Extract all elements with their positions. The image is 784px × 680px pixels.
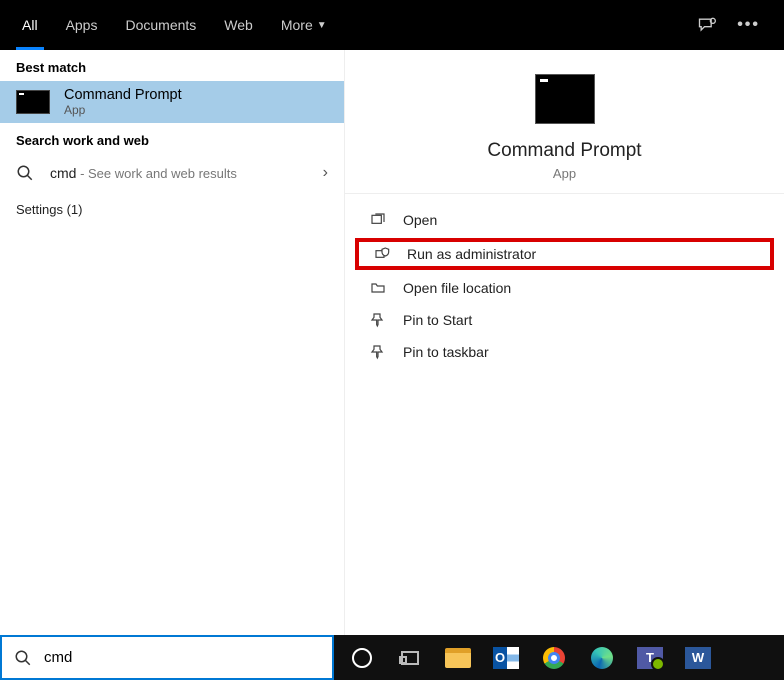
folder-icon bbox=[369, 280, 387, 296]
result-command-prompt[interactable]: Command Prompt App bbox=[0, 81, 344, 123]
tab-all[interactable]: All bbox=[8, 0, 52, 50]
cmd-app-icon bbox=[16, 90, 50, 114]
action-pin-to-taskbar[interactable]: Pin to taskbar bbox=[345, 336, 784, 368]
pin-taskbar-icon bbox=[369, 344, 387, 360]
result-title: Command Prompt bbox=[64, 87, 328, 103]
preview-title: Command Prompt bbox=[345, 140, 784, 162]
action-openloc-label: Open file location bbox=[403, 280, 511, 296]
chevron-down-icon: ▼ bbox=[317, 20, 327, 31]
search-filter-tabs: All Apps Documents Web More ▼ ••• bbox=[0, 0, 784, 50]
results-left-pane: Best match Command Prompt App Search wor… bbox=[0, 50, 344, 635]
tab-documents[interactable]: Documents bbox=[111, 0, 210, 50]
open-icon bbox=[369, 212, 387, 228]
admin-shield-icon bbox=[373, 246, 391, 262]
pin-start-icon bbox=[369, 312, 387, 328]
chrome-icon[interactable] bbox=[532, 635, 576, 680]
cortana-icon[interactable] bbox=[340, 635, 384, 680]
tab-web[interactable]: Web bbox=[210, 0, 267, 50]
word-icon[interactable]: W bbox=[676, 635, 720, 680]
best-match-label: Best match bbox=[0, 50, 344, 81]
action-runadmin-label: Run as administrator bbox=[407, 246, 536, 262]
action-pin-to-start[interactable]: Pin to Start bbox=[345, 304, 784, 336]
tab-apps[interactable]: Apps bbox=[52, 0, 112, 50]
preview-actions: Open Run as administrator Open file loca… bbox=[345, 194, 784, 378]
preview-pane: Command Prompt App Open Run as administr… bbox=[344, 50, 784, 635]
taskbar: T W bbox=[334, 635, 784, 680]
action-pintask-label: Pin to taskbar bbox=[403, 344, 489, 360]
action-run-as-admin[interactable]: Run as administrator bbox=[355, 238, 774, 270]
teams-icon[interactable]: T bbox=[628, 635, 672, 680]
tab-more-label: More bbox=[281, 17, 313, 33]
search-results: Best match Command Prompt App Search wor… bbox=[0, 50, 784, 635]
preview-app-icon bbox=[535, 74, 595, 124]
action-open[interactable]: Open bbox=[345, 204, 784, 236]
settings-group-label[interactable]: Settings (1) bbox=[0, 192, 344, 227]
action-open-file-location[interactable]: Open file location bbox=[345, 272, 784, 304]
web-query-text: cmd bbox=[50, 165, 76, 181]
result-subtitle: App bbox=[64, 103, 328, 117]
edge-icon[interactable] bbox=[580, 635, 624, 680]
feedback-icon[interactable] bbox=[697, 15, 717, 35]
action-open-label: Open bbox=[403, 212, 437, 228]
outlook-icon[interactable] bbox=[484, 635, 528, 680]
task-view-icon[interactable] bbox=[388, 635, 432, 680]
taskbar-search-box[interactable] bbox=[0, 635, 334, 680]
web-result-cmd[interactable]: cmd - See work and web results › bbox=[0, 154, 344, 192]
chevron-right-icon: › bbox=[323, 164, 328, 182]
file-explorer-icon[interactable] bbox=[436, 635, 480, 680]
preview-subtitle: App bbox=[345, 166, 784, 181]
search-input[interactable] bbox=[44, 649, 332, 666]
tab-more[interactable]: More ▼ bbox=[267, 0, 341, 50]
action-pinstart-label: Pin to Start bbox=[403, 312, 472, 328]
search-icon bbox=[2, 649, 44, 667]
search-icon bbox=[16, 164, 38, 182]
web-hint-text: - See work and web results bbox=[76, 166, 236, 181]
search-web-label: Search work and web bbox=[0, 123, 344, 154]
more-options-icon[interactable]: ••• bbox=[737, 16, 760, 34]
